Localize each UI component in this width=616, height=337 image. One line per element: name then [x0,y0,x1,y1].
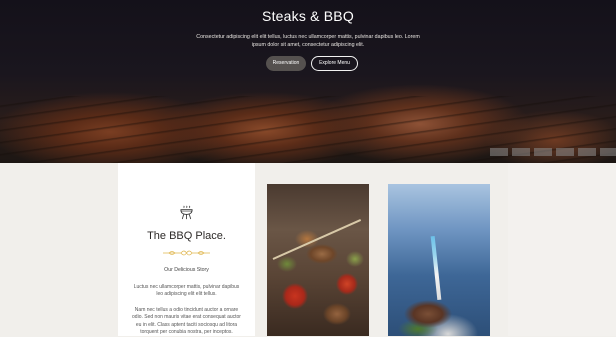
hero-banner: Steaks & BBQ Consectetur adipiscing elit… [0,0,616,163]
hero-title: Steaks & BBQ [262,8,354,24]
bbq-grill-icon [180,205,193,220]
about-card: The BBQ Place. Our Delicious Story Luctu… [118,163,255,336]
story-paragraph-1: Luctus nec ullamcorper mattis, pulvinar … [133,284,240,298]
explore-menu-button[interactable]: Explore Menu [311,56,358,71]
hero-subtitle: Consectetur adipiscing elit elit tellus,… [196,34,420,48]
reservation-button[interactable]: Reservation [266,56,306,71]
page-background [508,163,616,336]
grill-bars [490,148,616,156]
kebab-skewers-photo [267,184,369,336]
story-paragraph-2: Nam nec tellus a odio tincidunt auctor a… [132,307,241,336]
ornament-divider-icon [163,250,210,256]
story-heading: Our Delicious Story [164,267,209,273]
skewer-stick-shape [430,235,442,301]
skewer-shape [272,219,362,260]
grilled-meat-photo [388,184,490,336]
about-title: The BBQ Place. [147,230,226,242]
